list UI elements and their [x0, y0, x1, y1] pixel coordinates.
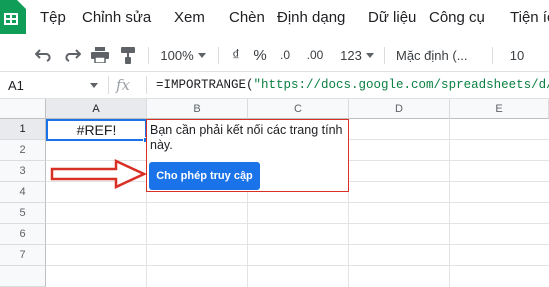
formula-divider — [108, 76, 109, 94]
font-size-input[interactable]: 10 — [500, 38, 534, 72]
zoom-select[interactable]: 100% — [156, 38, 210, 72]
row-header-3[interactable]: 3 — [0, 161, 46, 182]
select-all-corner[interactable] — [0, 99, 46, 119]
spreadsheet-window: Tệp Chỉnh sửa Xem Chèn Định dạng Dữ liệu… — [0, 0, 549, 287]
font-size-value: 10 — [509, 47, 525, 63]
menu-extensions[interactable]: Tiện ích m — [510, 9, 549, 26]
more-formats-label: 123 — [340, 47, 362, 63]
row-header-8[interactable] — [0, 266, 46, 287]
row-header-7[interactable]: 7 — [0, 245, 46, 266]
toolbar-divider — [218, 47, 219, 64]
toolbar-divider — [492, 47, 493, 64]
sheets-logo-icon — [0, 0, 26, 34]
access-permission-popup: Bạn cần phải kết nối các trang tính này.… — [146, 119, 349, 192]
paint-format-icon — [121, 47, 135, 64]
decrease-decimal-button[interactable]: .0 — [274, 38, 296, 72]
print-button[interactable] — [88, 38, 112, 72]
toolbar-divider — [384, 47, 385, 64]
menu-format[interactable]: Định dạng — [277, 9, 345, 26]
formula-bar: A1 fx =IMPORTRANGE("https://docs.google.… — [0, 72, 549, 99]
formula-divider — [146, 76, 147, 94]
currency-format-button[interactable]: ₫ — [226, 38, 246, 72]
row-header-1[interactable]: 1 — [0, 119, 46, 140]
percent-format-button[interactable]: % — [250, 38, 270, 72]
more-formats-button[interactable]: 123 — [336, 38, 378, 72]
grid-line — [46, 244, 549, 245]
cell-a1[interactable]: #REF! — [46, 119, 147, 141]
percent-label: % — [253, 46, 267, 64]
row-header-5[interactable]: 5 — [0, 203, 46, 224]
redo-icon — [65, 49, 81, 62]
menu-view[interactable]: Xem — [174, 9, 205, 26]
formula-url-string: "https://docs.google.com/spreadsheets/d/… — [253, 78, 549, 92]
row-header-6[interactable]: 6 — [0, 224, 46, 245]
annotation-arrow-icon — [50, 159, 146, 189]
cell-reference: A1 — [8, 78, 24, 93]
menu-file[interactable]: Tệp — [40, 9, 66, 26]
column-header-c[interactable]: C — [248, 99, 349, 119]
increase-decimal-button[interactable]: .00 — [300, 38, 330, 72]
formula-input[interactable]: =IMPORTRANGE("https://docs.google.com/sp… — [156, 78, 549, 92]
menu-insert[interactable]: Chèn — [229, 9, 265, 26]
chevron-down-icon — [365, 52, 374, 58]
formula-function: =IMPORTRANGE( — [156, 78, 254, 92]
chevron-down-icon — [90, 83, 98, 88]
allow-access-button[interactable]: Cho phép truy cập — [149, 162, 260, 190]
name-box[interactable]: A1 — [0, 72, 108, 98]
column-header-e[interactable]: E — [450, 99, 549, 119]
menu-bar: Tệp Chỉnh sửa Xem Chèn Định dạng Dữ liệu… — [0, 0, 549, 38]
toolbar-divider — [148, 47, 149, 64]
grid-line — [46, 223, 549, 224]
row-header-4[interactable]: 4 — [0, 182, 46, 203]
spreadsheet-grid: A B C D E 1 2 3 4 5 6 7 #REF! Bạn cần ph… — [0, 99, 549, 287]
toolbar: 100% ₫ % .0 .00 123 Mặc định (... 10 — [0, 38, 549, 72]
print-icon — [91, 47, 109, 63]
grid-line — [46, 265, 549, 266]
font-family-value: Mặc định (... — [396, 47, 468, 63]
zoom-value: 100% — [160, 47, 194, 63]
paint-format-button[interactable] — [116, 38, 140, 72]
column-header-d[interactable]: D — [349, 99, 450, 119]
menu-tools[interactable]: Công cụ — [429, 9, 485, 26]
menu-data[interactable]: Dữ liệu — [368, 9, 416, 26]
menu-edit[interactable]: Chỉnh sửa — [82, 9, 151, 26]
grid-line — [46, 202, 549, 203]
undo-button[interactable] — [32, 38, 56, 72]
column-header-b[interactable]: B — [147, 99, 248, 119]
popup-message: Bạn cần phải kết nối các trang tính này. — [150, 123, 343, 152]
decrease-decimal-label: .0 — [279, 48, 290, 62]
currency-label: ₫ — [232, 46, 240, 64]
grid-line — [449, 119, 450, 287]
increase-decimal-label: .00 — [306, 48, 324, 62]
function-icon: fx — [116, 76, 131, 94]
row-header-2[interactable]: 2 — [0, 140, 46, 161]
chevron-down-icon — [197, 52, 206, 58]
column-header-a[interactable]: A — [46, 99, 147, 119]
undo-icon — [35, 49, 51, 62]
font-family-select[interactable]: Mặc định (... — [390, 38, 480, 72]
redo-button[interactable] — [60, 38, 84, 72]
